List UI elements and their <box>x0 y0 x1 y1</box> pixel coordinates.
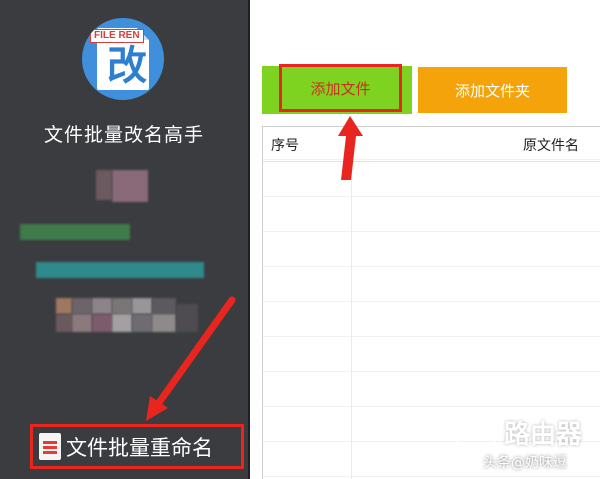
arrow-to-rename <box>146 296 236 421</box>
router-icon: ••• <box>456 416 496 449</box>
watermark-brand-text: 路由器 <box>504 420 583 450</box>
watermark-credit: 头条@奶味逗 <box>483 455 567 471</box>
arrow-to-add-file <box>338 116 363 180</box>
watermark-brand: ••• 路由器 <box>456 414 582 451</box>
annotation-arrows <box>146 116 363 421</box>
